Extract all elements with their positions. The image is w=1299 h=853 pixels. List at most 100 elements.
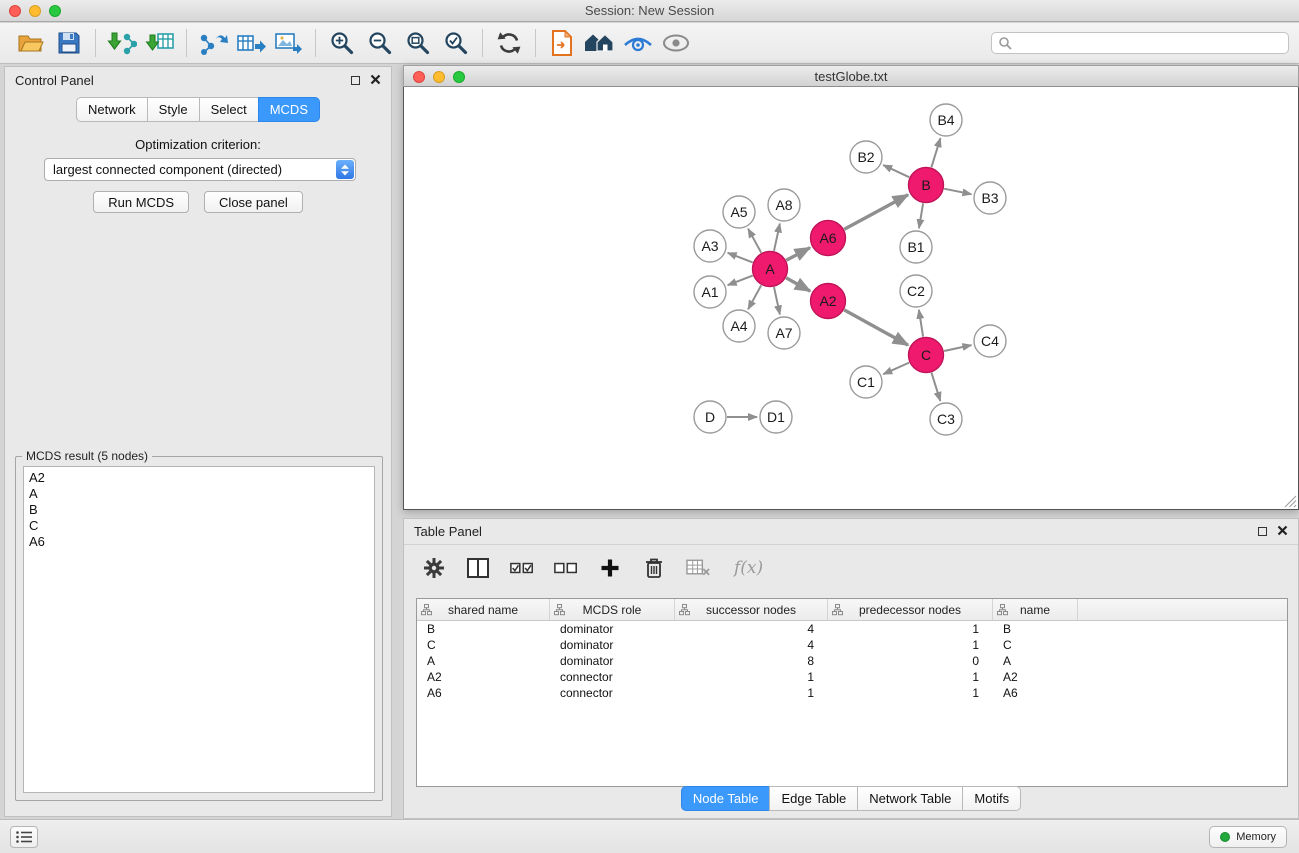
table-settings-button[interactable] bbox=[422, 556, 446, 580]
save-session-button[interactable] bbox=[50, 27, 88, 59]
graph-node-A[interactable]: A bbox=[753, 252, 788, 287]
style-eye-button[interactable] bbox=[619, 27, 657, 59]
table-row[interactable]: A2connector11A2 bbox=[417, 669, 1287, 685]
graph-edge-A-A4[interactable] bbox=[748, 285, 761, 309]
graph-edge-B-B2[interactable] bbox=[883, 165, 909, 177]
add-column-button[interactable] bbox=[598, 556, 622, 580]
network-canvas[interactable]: B4 B2 B B3 A5 A8 A6 B1 A3 A C2 A1 A2 A4 A7 C C4 C1 C3 D D1 bbox=[403, 87, 1299, 510]
graph-node-A3[interactable]: A3 bbox=[694, 230, 726, 262]
graph-edge-B-B3[interactable] bbox=[944, 189, 971, 195]
optimization-criterion-dropdown[interactable]: largest connected component (directed) bbox=[44, 158, 356, 181]
graph-node-B1[interactable]: B1 bbox=[900, 231, 932, 263]
select-all-rows-button[interactable] bbox=[510, 556, 534, 580]
import-table-file-button[interactable] bbox=[141, 27, 179, 59]
search-box[interactable] bbox=[991, 32, 1289, 54]
graph-node-B4[interactable]: B4 bbox=[930, 104, 962, 136]
graph-node-A6[interactable]: A6 bbox=[811, 221, 846, 256]
import-network-file-button[interactable] bbox=[103, 27, 141, 59]
column-header-successor-nodes[interactable]: successor nodes bbox=[675, 599, 828, 620]
column-header-predecessor-nodes[interactable]: predecessor nodes bbox=[828, 599, 993, 620]
graph-node-A1[interactable]: A1 bbox=[694, 276, 726, 308]
graph-node-B3[interactable]: B3 bbox=[974, 182, 1006, 214]
function-builder-button[interactable]: f(x) bbox=[734, 556, 763, 580]
mcds-result-item[interactable]: C bbox=[29, 518, 369, 534]
close-mcds-panel-button[interactable]: Close panel bbox=[204, 191, 303, 213]
column-header-name[interactable]: name bbox=[993, 599, 1078, 620]
export-table-button[interactable] bbox=[232, 27, 270, 59]
graph-node-C4[interactable]: C4 bbox=[974, 325, 1006, 357]
column-header-shared-name[interactable]: shared name bbox=[417, 599, 550, 620]
search-input[interactable] bbox=[1016, 34, 1288, 52]
graph-node-A2[interactable]: A2 bbox=[811, 284, 846, 319]
mcds-result-list[interactable]: A2ABCA6 bbox=[23, 466, 375, 793]
close-table-panel-icon[interactable] bbox=[1277, 524, 1288, 539]
table-tab-motifs[interactable]: Motifs bbox=[962, 786, 1021, 811]
zoom-in-button[interactable] bbox=[323, 27, 361, 59]
graph-edge-A-A1[interactable] bbox=[728, 276, 753, 286]
table-tab-edge-table[interactable]: Edge Table bbox=[769, 786, 858, 811]
refresh-button[interactable] bbox=[490, 27, 528, 59]
mcds-result-item[interactable]: A6 bbox=[29, 534, 369, 550]
show-graphics-details-button[interactable] bbox=[657, 27, 695, 59]
graph-node-D1[interactable]: D1 bbox=[760, 401, 792, 433]
home-button[interactable] bbox=[581, 27, 619, 59]
export-network-button[interactable] bbox=[194, 27, 232, 59]
zoom-out-button[interactable] bbox=[361, 27, 399, 59]
control-tab-select[interactable]: Select bbox=[199, 97, 259, 122]
table-row[interactable]: Cdominator41C bbox=[417, 637, 1287, 653]
graph-node-D[interactable]: D bbox=[694, 401, 726, 433]
graph-edge-A6-B[interactable] bbox=[844, 195, 908, 229]
graph-node-A7[interactable]: A7 bbox=[768, 317, 800, 349]
control-tab-style[interactable]: Style bbox=[147, 97, 200, 122]
network-window-titlebar[interactable]: testGlobe.txt bbox=[403, 65, 1299, 87]
zoom-fit-button[interactable] bbox=[399, 27, 437, 59]
graph-node-B[interactable]: B bbox=[909, 168, 944, 203]
control-tab-network[interactable]: Network bbox=[76, 97, 148, 122]
graph-node-A8[interactable]: A8 bbox=[768, 189, 800, 221]
table-row[interactable]: Bdominator41B bbox=[417, 621, 1287, 637]
graph-node-B2[interactable]: B2 bbox=[850, 141, 882, 173]
open-session-document-button[interactable] bbox=[543, 27, 581, 59]
control-tab-mcds[interactable]: MCDS bbox=[258, 97, 320, 122]
graph-node-C3[interactable]: C3 bbox=[930, 403, 962, 435]
graph-edge-B-B1[interactable] bbox=[919, 203, 923, 228]
float-table-panel-icon[interactable] bbox=[1258, 527, 1267, 536]
mcds-result-item[interactable]: A bbox=[29, 486, 369, 502]
graph-edge-B-B4[interactable] bbox=[931, 138, 940, 167]
table-tab-node-table[interactable]: Node Table bbox=[681, 786, 771, 811]
memory-button[interactable]: Memory bbox=[1209, 826, 1287, 848]
zoom-selected-button[interactable] bbox=[437, 27, 475, 59]
graph-edge-A-A8[interactable] bbox=[774, 224, 780, 251]
graph-edge-C-C1[interactable] bbox=[883, 363, 909, 375]
table-tab-network-table[interactable]: Network Table bbox=[857, 786, 963, 811]
graph-edge-A-A6[interactable] bbox=[786, 248, 810, 261]
graph-edge-A2-C[interactable] bbox=[844, 310, 908, 345]
table-row[interactable]: Adominator80A bbox=[417, 653, 1287, 669]
graph-edge-A-A5[interactable] bbox=[748, 229, 761, 253]
show-columns-button[interactable] bbox=[466, 556, 490, 580]
graph-edge-A-A3[interactable] bbox=[728, 253, 753, 263]
graph-node-A5[interactable]: A5 bbox=[723, 196, 755, 228]
mcds-result-item[interactable]: A2 bbox=[29, 470, 369, 486]
graph-node-C2[interactable]: C2 bbox=[900, 275, 932, 307]
float-panel-icon[interactable] bbox=[351, 76, 360, 85]
graph-edge-A-A2[interactable] bbox=[786, 278, 810, 291]
column-header-MCDS-role[interactable]: MCDS role bbox=[550, 599, 675, 620]
graph-node-A4[interactable]: A4 bbox=[723, 310, 755, 342]
delete-column-button[interactable] bbox=[642, 556, 666, 580]
open-folder-button[interactable] bbox=[12, 27, 50, 59]
export-image-button[interactable] bbox=[270, 27, 308, 59]
resize-grip-icon[interactable] bbox=[1284, 495, 1297, 508]
graph-edge-C-C2[interactable] bbox=[919, 310, 923, 337]
graph-edge-A-A7[interactable] bbox=[774, 287, 780, 314]
graph-edge-C-C4[interactable] bbox=[944, 345, 971, 351]
table-row[interactable]: A6connector11A6 bbox=[417, 685, 1287, 701]
delete-table-button[interactable] bbox=[686, 556, 710, 580]
graph-node-C1[interactable]: C1 bbox=[850, 366, 882, 398]
mcds-result-item[interactable]: B bbox=[29, 502, 369, 518]
graph-edge-C-C3[interactable] bbox=[932, 373, 941, 401]
deselect-all-rows-button[interactable] bbox=[554, 556, 578, 580]
graph-node-C[interactable]: C bbox=[909, 338, 944, 373]
run-mcds-button[interactable]: Run MCDS bbox=[93, 191, 189, 213]
close-panel-icon[interactable] bbox=[370, 73, 381, 88]
